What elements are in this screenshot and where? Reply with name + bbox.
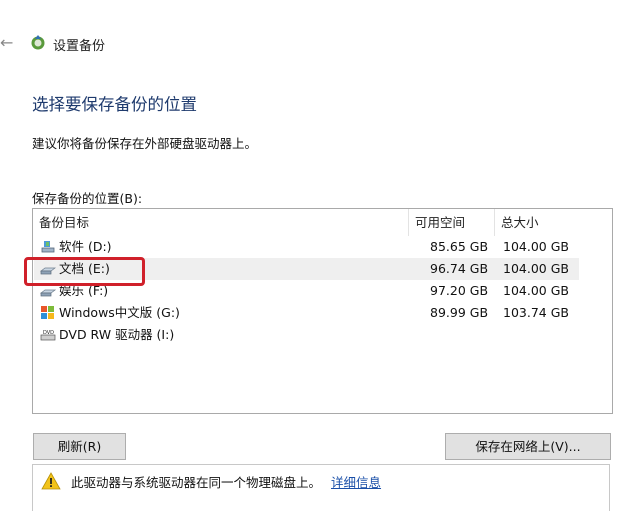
list-header: 备份目标 可用空间 总大小 (33, 209, 612, 236)
details-link[interactable]: 详细信息 (331, 475, 381, 490)
drive-total-size: 104.00 GB (503, 239, 569, 254)
refresh-button[interactable]: 刷新(R) (33, 433, 126, 460)
save-on-network-button[interactable]: 保存在网络上(V)... (445, 433, 611, 460)
drive-name: 娱乐 (F:) (59, 283, 109, 298)
list-row-g-drive[interactable]: Windows中文版 (G:) 89.99 GB 103.74 GB (34, 302, 579, 324)
warning-panel: 此驱动器与系统驱动器在同一个物理磁盘上。 详细信息 (32, 464, 610, 511)
backup-app-icon (31, 35, 45, 50)
dvd-drive-icon: DVD (40, 330, 56, 341)
list-row-d-drive[interactable]: 软件 (D:) 85.65 GB 104.00 GB (34, 236, 579, 258)
drive-icon-shared (41, 241, 55, 253)
list-row-f-drive[interactable]: 娱乐 (F:) 97.20 GB 104.00 GB (34, 280, 579, 302)
drive-icon (40, 289, 56, 297)
drive-free-space: 96.74 GB (430, 261, 489, 276)
column-header-free-space[interactable]: 可用空间 (409, 209, 495, 236)
column-header-target[interactable]: 备份目标 (33, 209, 409, 236)
backup-location-label: 保存备份的位置(B): (32, 191, 143, 206)
warning-icon (41, 472, 61, 490)
backup-target-list[interactable]: 备份目标 可用空间 总大小 软件 (D:) 85.65 GB 104.00 GB… (32, 208, 613, 414)
page-subtitle: 建议你将备份保存在外部硬盘驱动器上。 (32, 136, 258, 151)
svg-text:DVD: DVD (43, 330, 54, 336)
drive-name: 软件 (D:) (59, 239, 112, 254)
window-title: 设置备份 (53, 39, 106, 54)
drive-icon (40, 267, 56, 275)
drive-name: 文档 (E:) (59, 261, 110, 276)
list-row-i-drive[interactable]: DVD DVD RW 驱动器 (I:) (34, 324, 579, 346)
drive-total-size: 103.74 GB (503, 305, 569, 320)
drive-total-size: 104.00 GB (503, 261, 569, 276)
warning-message: 此驱动器与系统驱动器在同一个物理磁盘上。 详细信息 (71, 472, 381, 491)
title-bar: ← 设置备份 (0, 30, 640, 60)
drive-name: Windows中文版 (G:) (59, 305, 180, 320)
drive-free-space: 97.20 GB (430, 283, 489, 298)
drive-free-space: 89.99 GB (430, 305, 489, 320)
column-header-total-size[interactable]: 总大小 (495, 209, 612, 236)
windows-drive-icon (41, 306, 54, 319)
page-heading: 选择要保存备份的位置 (32, 95, 197, 114)
drive-free-space: 85.65 GB (430, 239, 489, 254)
warning-text: 此驱动器与系统驱动器在同一个物理磁盘上。 (71, 475, 322, 490)
list-row-e-drive[interactable]: 文档 (E:) 96.74 GB 104.00 GB (34, 258, 579, 280)
drive-name: DVD RW 驱动器 (I:) (59, 327, 175, 342)
back-arrow-icon[interactable]: ← (0, 32, 16, 54)
drive-total-size: 104.00 GB (503, 283, 569, 298)
